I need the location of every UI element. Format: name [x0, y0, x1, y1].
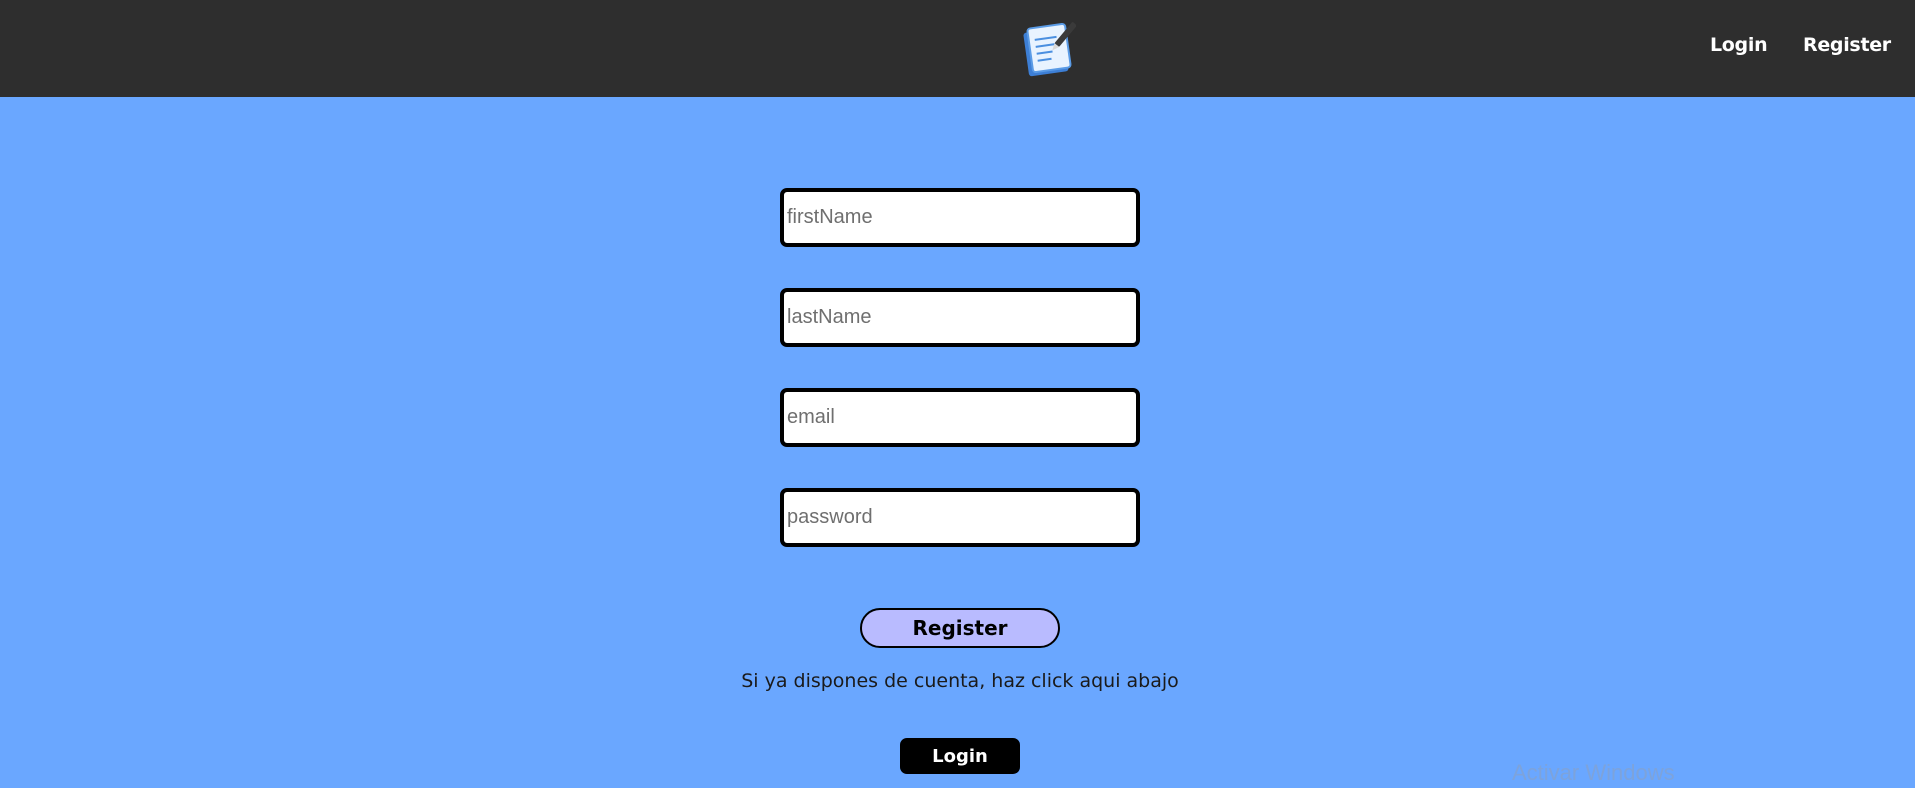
password-input[interactable] [780, 488, 1140, 547]
windows-activation-watermark: Activar Windows [1512, 760, 1675, 785]
last-name-input[interactable] [780, 288, 1140, 347]
top-navbar: Login Register [0, 0, 1915, 97]
notepad-pen-icon[interactable] [1020, 18, 1077, 78]
login-button[interactable]: Login [900, 738, 1020, 774]
email-input[interactable] [780, 388, 1140, 447]
nav-login-link[interactable]: Login [1710, 34, 1768, 56]
nav-register-link[interactable]: Register [1803, 34, 1891, 56]
login-hint-text: Si ya dispones de cuenta, haz click aqui… [741, 670, 1179, 692]
first-name-input[interactable] [780, 188, 1140, 247]
register-button[interactable]: Register [860, 608, 1060, 648]
